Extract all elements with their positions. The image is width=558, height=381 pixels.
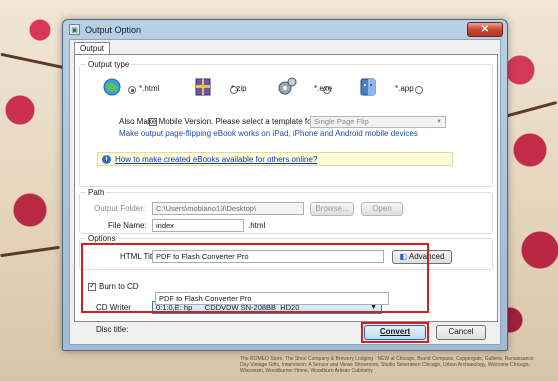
radio-html-label: *.html <box>139 84 160 93</box>
mac-app-icon <box>360 78 376 96</box>
mobile-version-label: Also Make Mobile Version. Please select … <box>119 117 343 126</box>
help-link[interactable]: How to make created eBooks available for… <box>115 155 317 164</box>
output-folder-label: Output Folder: <box>94 204 146 213</box>
output-type-group: Output type *.html *.zip *.exe *.app Als… <box>79 60 493 187</box>
file-extension: .html <box>248 221 266 230</box>
info-icon: i <box>102 155 111 164</box>
convert-highlight <box>361 322 429 343</box>
path-label: Path <box>86 188 107 197</box>
tab-bar: Output <box>70 40 500 55</box>
background-footer-text: The ROMEO Store, The Shoe Company & Brew… <box>240 356 534 374</box>
output-type-label: Output type <box>86 60 132 69</box>
disc-title-label: Disc title: <box>96 325 129 334</box>
app-icon: ▣ <box>69 24 80 35</box>
mobile-template-value: Single Page Flip <box>314 117 369 126</box>
path-group: Path Output Folder: C:\Users\mobiano13\D… <box>79 188 493 234</box>
chevron-down-icon: ▼ <box>436 119 442 125</box>
file-name-label: File Name: <box>108 221 147 230</box>
output-folder-input[interactable]: C:\Users\mobiano13\Desktop\ <box>152 202 304 215</box>
help-info-bar: i How to make created eBooks available f… <box>97 152 453 166</box>
radio-app[interactable] <box>414 86 423 94</box>
window-title: Output Option <box>85 24 142 35</box>
options-label: Options <box>86 234 118 243</box>
mobile-template-select[interactable]: Single Page Flip ▼ <box>310 116 446 128</box>
browse-button[interactable]: Browse... <box>310 202 354 216</box>
file-name-input[interactable]: index <box>152 219 244 232</box>
close-button[interactable]: ✕ <box>467 22 503 37</box>
title-bar: ▣ Output Option ✕ <box>63 20 507 39</box>
radio-html[interactable] <box>128 86 136 94</box>
exe-program-icon <box>278 77 297 95</box>
burn-cd-highlight <box>81 243 429 313</box>
cancel-button[interactable]: Cancel <box>436 325 486 340</box>
globe-icon <box>103 78 121 96</box>
radio-app-label: *.app <box>395 84 414 93</box>
radio-zip-label: *.zip <box>231 84 247 93</box>
zip-archive-icon <box>195 78 211 96</box>
open-button[interactable]: Open <box>361 202 403 216</box>
radio-exe-label: *.exe <box>314 84 333 93</box>
mobile-note: Make output page-flipping eBook works on… <box>119 129 418 138</box>
